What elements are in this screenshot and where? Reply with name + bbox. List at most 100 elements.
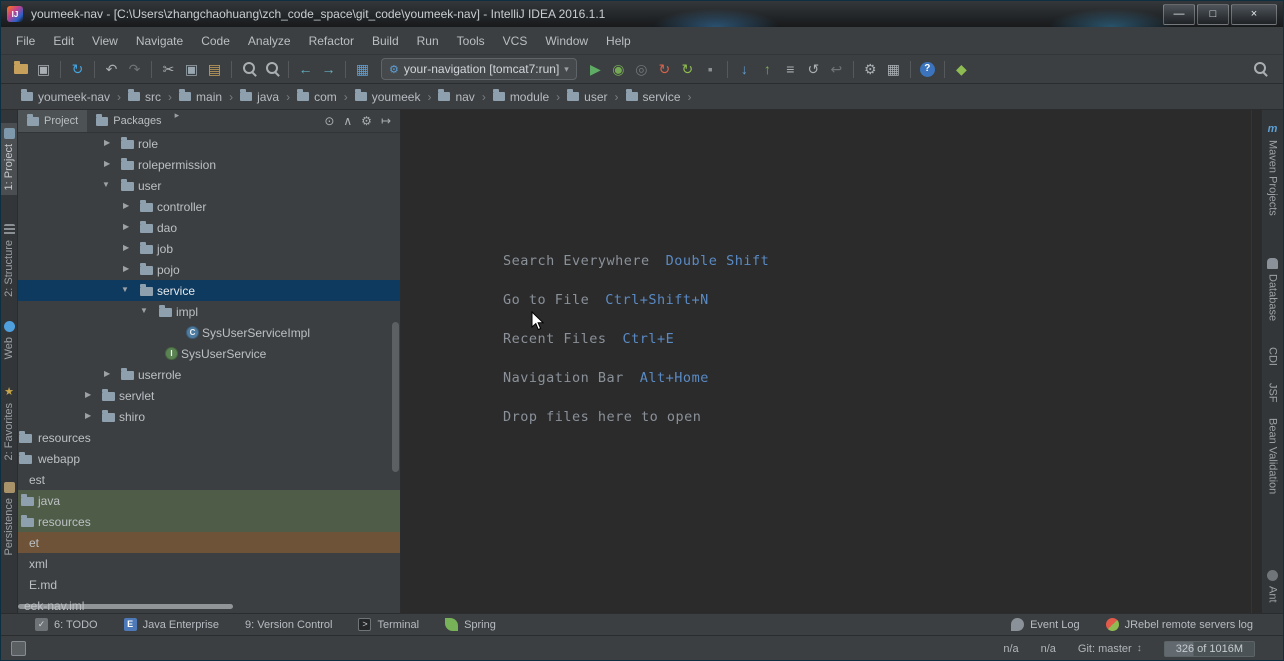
tab-project[interactable]: Project xyxy=(18,110,88,132)
tree-row-est[interactable]: est xyxy=(18,469,400,490)
tree-row-job[interactable]: ▶ job xyxy=(18,238,400,259)
breadcrumb-item-com[interactable]: com xyxy=(297,89,337,104)
forward-icon[interactable]: → xyxy=(317,59,340,79)
menu-view[interactable]: View xyxy=(83,30,127,52)
collapsed-arrow-icon[interactable]: ▶ xyxy=(85,412,91,420)
tree-row-pojo[interactable]: ▶ pojo xyxy=(18,259,400,280)
copy-icon[interactable]: ▣ xyxy=(180,59,203,79)
breadcrumb-item-youmeek-nav[interactable]: youmeek-nav xyxy=(21,89,110,104)
breadcrumb-item-module[interactable]: module xyxy=(492,89,549,104)
menu-code[interactable]: Code xyxy=(192,30,239,52)
breadcrumb-item-src[interactable]: src xyxy=(128,89,161,104)
menu-run[interactable]: Run xyxy=(408,30,448,52)
debug-icon[interactable]: ◉ xyxy=(607,59,630,79)
project-structure-icon[interactable]: ▦ xyxy=(882,59,905,79)
tree-row-servlet[interactable]: ▶ servlet xyxy=(18,385,400,406)
locate-icon[interactable]: ⊙ xyxy=(324,114,334,128)
breadcrumb-item-youmeek[interactable]: youmeek xyxy=(354,89,420,104)
tool-tab-web[interactable]: Web xyxy=(1,316,17,364)
expanded-arrow-icon[interactable]: ▼ xyxy=(102,181,110,189)
vcs-compare-icon[interactable]: ≡ xyxy=(779,59,802,79)
tree-row-sysuserservice[interactable]: I SysUserService xyxy=(18,343,400,364)
menu-vcs[interactable]: VCS xyxy=(494,30,537,52)
tool-button-9-version-control[interactable]: 9: Version Control xyxy=(245,619,332,631)
menu-build[interactable]: Build xyxy=(363,30,408,52)
close-button[interactable]: × xyxy=(1231,3,1277,25)
git-branch-widget[interactable]: Git: master ↕ xyxy=(1078,643,1142,655)
vcs-update-icon[interactable]: ↓ xyxy=(733,59,756,79)
paste-icon[interactable]: ▤ xyxy=(203,59,226,79)
run-icon[interactable]: ▶ xyxy=(584,59,607,79)
collapsed-arrow-icon[interactable]: ▶ xyxy=(104,370,110,378)
breadcrumb-item-main[interactable]: main xyxy=(179,89,222,104)
menu-navigate[interactable]: Navigate xyxy=(127,30,192,52)
tab-packages[interactable]: Packages xyxy=(87,110,170,132)
tree-row-dao[interactable]: ▶ dao xyxy=(18,217,400,238)
menu-analyze[interactable]: Analyze xyxy=(239,30,300,52)
jrebel-debug-icon[interactable]: ↻ xyxy=(676,59,699,79)
find-icon[interactable] xyxy=(237,59,260,79)
breadcrumb-item-java[interactable]: java xyxy=(240,89,279,104)
breadcrumb-item-nav[interactable]: nav xyxy=(438,89,475,104)
vcs-commit-icon[interactable]: ↑ xyxy=(756,59,779,79)
tree-row-role[interactable]: ▶ role xyxy=(18,133,400,154)
cut-icon[interactable]: ✂ xyxy=(157,59,180,79)
back-icon[interactable]: ← xyxy=(294,59,317,79)
expanded-arrow-icon[interactable]: ▼ xyxy=(140,307,148,315)
jrebel-run-icon[interactable]: ↻ xyxy=(653,59,676,79)
tool-button-spring[interactable]: Spring xyxy=(445,618,496,631)
menu-help[interactable]: Help xyxy=(597,30,640,52)
memory-indicator[interactable]: 326 of 1016M xyxy=(1163,640,1255,657)
tree-row-resources[interactable]: resources xyxy=(18,511,400,532)
tree-row-java[interactable]: java xyxy=(18,490,400,511)
tool-window-toggle-icon[interactable] xyxy=(11,641,26,656)
tool-button-java-enterprise[interactable]: E Java Enterprise xyxy=(123,618,219,631)
collapsed-arrow-icon[interactable]: ▶ xyxy=(123,244,129,252)
tool-tab-persistence[interactable]: Persistence xyxy=(1,477,17,560)
hide-panel-icon[interactable]: ↦ xyxy=(381,114,391,128)
jrebel-attach-icon[interactable]: ▪ xyxy=(699,59,722,79)
editor[interactable]: Search Everywhere Double Shift Go to File C… xyxy=(401,110,1251,613)
menu-edit[interactable]: Edit xyxy=(44,30,83,52)
tree-row-rolepermission[interactable]: ▶ rolepermission xyxy=(18,154,400,175)
tool-tab-2-structure[interactable]: 2: Structure xyxy=(1,219,17,302)
status-na-2[interactable]: n/a xyxy=(1041,643,1056,655)
tree-row-resources[interactable]: resources xyxy=(18,427,400,448)
tree-row-sysuserserviceimpl[interactable]: C SysUserServiceImpl xyxy=(18,322,400,343)
tool-tab-ant[interactable]: Ant xyxy=(1262,565,1283,608)
tree-row-webapp[interactable]: webapp xyxy=(18,448,400,469)
help-icon[interactable]: ? xyxy=(916,59,939,79)
vcs-history-icon[interactable]: ↺ xyxy=(802,59,825,79)
redo-icon[interactable]: ↷ xyxy=(123,59,146,79)
tree-row-user[interactable]: ▼ user xyxy=(18,175,400,196)
tree-row-controller[interactable]: ▶ controller xyxy=(18,196,400,217)
tool-tab-cdi[interactable]: CDI xyxy=(1262,342,1283,371)
tool-button-event-log[interactable]: Event Log xyxy=(1011,618,1080,631)
tool-tab-database[interactable]: Database xyxy=(1262,253,1283,326)
collapsed-arrow-icon[interactable]: ▶ xyxy=(104,139,110,147)
menu-file[interactable]: File xyxy=(7,30,44,52)
minimize-button[interactable]: — xyxy=(1163,3,1195,25)
tree-row-xml[interactable]: xml xyxy=(18,553,400,574)
tree-row-et[interactable]: et xyxy=(18,532,400,553)
tool-tab-jsf[interactable]: JSF xyxy=(1262,378,1283,408)
tool-tab-bean-validation[interactable]: Bean Validation xyxy=(1262,413,1283,499)
make-project-icon[interactable]: ▦ xyxy=(351,59,374,79)
save-icon[interactable]: ▣ xyxy=(32,59,55,79)
tool-button-terminal[interactable]: > Terminal xyxy=(358,618,419,631)
collapsed-arrow-icon[interactable]: ▶ xyxy=(123,202,129,210)
tool-tab-1-project[interactable]: 1: Project xyxy=(1,123,17,196)
tool-tab-maven-projects[interactable]: m Maven Projects xyxy=(1262,119,1283,221)
sync-icon[interactable]: ↻ xyxy=(66,59,89,79)
expanded-arrow-icon[interactable]: ▼ xyxy=(121,286,129,294)
tree-row-userrole[interactable]: ▶ userrole xyxy=(18,364,400,385)
collapsed-arrow-icon[interactable]: ▶ xyxy=(123,265,129,273)
settings-icon[interactable]: ⚙ xyxy=(361,114,372,128)
tool-button-jrebel-remote-servers-log[interactable]: JRebel remote servers log xyxy=(1105,618,1253,631)
search-everywhere-icon[interactable] xyxy=(1248,59,1271,79)
collapsed-arrow-icon[interactable]: ▶ xyxy=(123,223,129,231)
collapse-all-icon[interactable]: ∧ xyxy=(343,114,352,128)
coverage-icon[interactable]: ◎ xyxy=(630,59,653,79)
menu-tools[interactable]: Tools xyxy=(448,30,494,52)
settings-icon[interactable]: ⚙ xyxy=(859,59,882,79)
